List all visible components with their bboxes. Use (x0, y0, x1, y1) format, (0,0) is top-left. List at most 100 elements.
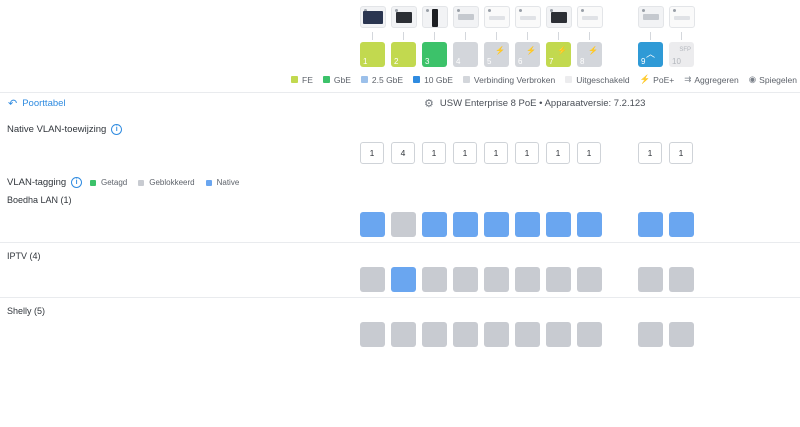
port-8[interactable]: 8 ⚡ (577, 42, 602, 67)
vlan-tag-port-7[interactable] (546, 212, 571, 237)
port-number: 10 (672, 57, 681, 66)
port-5[interactable]: 5 ⚡ (484, 42, 509, 67)
port-2[interactable]: 2 (391, 42, 416, 67)
vlan-tag-port-6[interactable] (515, 322, 540, 347)
vlan-tag-port-2[interactable] (391, 212, 416, 237)
port-7[interactable]: 7 ⚡ (546, 42, 571, 67)
vlan-tag-port-3[interactable] (422, 267, 447, 292)
port-number: 9 (641, 57, 646, 66)
device-image-9 (638, 6, 664, 28)
vlan-tag-port-4[interactable] (453, 267, 478, 292)
eye-icon: ◉ (748, 74, 757, 84)
legend-2-5-gbe: 2.5 GbE (360, 75, 403, 85)
vlan-tag-port-7[interactable] (546, 267, 571, 292)
poe-icon: ⚡ (639, 74, 651, 84)
native-vlan-port-3[interactable]: 1 (422, 142, 446, 164)
vlan-tagging-info-icon[interactable]: i (71, 177, 83, 188)
vlan-tag-port-2[interactable] (391, 267, 416, 292)
native-vlan-port-2[interactable]: 4 (391, 142, 415, 164)
vlan-tagging-label: VLAN-tagging i (7, 177, 83, 188)
vlan-tag-port-10[interactable] (669, 267, 694, 292)
vlan-tag-port-2[interactable] (391, 322, 416, 347)
native-vlan-port-4[interactable]: 1 (453, 142, 477, 164)
tagging-legend: Getagd Geblokkeerd Native (90, 178, 250, 187)
vlan-tag-port-8[interactable] (577, 322, 602, 347)
connector-line (496, 32, 497, 40)
device-title: ⚙ USW Enterprise 8 PoE • Apparaatversie:… (424, 97, 646, 110)
native-vlan-port-1[interactable]: 1 (360, 142, 384, 164)
connector-line (558, 32, 559, 40)
device-image-5 (484, 6, 510, 28)
vlan-tag-port-5[interactable] (484, 212, 509, 237)
native-vlan-info-icon[interactable]: i (111, 124, 123, 135)
vlan-tag-port-7[interactable] (546, 322, 571, 347)
back-to-port-table-link[interactable]: ↶ Poorttabel (8, 97, 66, 110)
vlan-tag-port-8[interactable] (577, 212, 602, 237)
port-3[interactable]: 3 (422, 42, 447, 67)
poe-icon: ⚡ (557, 46, 567, 55)
network-name: Shelly (5) (7, 306, 46, 316)
vlan-tag-port-9[interactable] (638, 212, 663, 237)
port-number: 1 (363, 57, 368, 66)
native-vlan-port-7[interactable]: 1 (546, 142, 570, 164)
vlan-tag-port-9[interactable] (638, 322, 663, 347)
native-vlan-port-5[interactable]: 1 (484, 142, 508, 164)
port-10[interactable]: 10 SFP (669, 42, 694, 67)
vlan-tag-port-6[interactable] (515, 212, 540, 237)
port-number: 6 (518, 57, 523, 66)
port-number: 3 (425, 57, 430, 66)
device-image-10 (669, 6, 695, 28)
network-name: IPTV (4) (7, 251, 41, 261)
legend-fe: FE (291, 75, 313, 85)
port-6[interactable]: 6 ⚡ (515, 42, 540, 67)
native-vlan-label: Native VLAN-toewijzing i (7, 124, 123, 135)
vlan-tag-port-3[interactable] (422, 212, 447, 237)
vlan-tag-port-10[interactable] (669, 322, 694, 347)
legend-native: Native (205, 178, 239, 187)
connector-line (372, 32, 373, 40)
port-4[interactable]: 4 (453, 42, 478, 67)
device-image-3 (422, 6, 448, 28)
native-vlan-port-8[interactable]: 1 (577, 142, 601, 164)
connector-line (681, 32, 682, 40)
legend-mirror: ◉ Spiegelen (748, 74, 797, 85)
vlan-tag-port-4[interactable] (453, 322, 478, 347)
vlan-tag-port-3[interactable] (422, 322, 447, 347)
aggregate-icon: ⇉ (684, 74, 692, 84)
connector-line (434, 32, 435, 40)
vlan-tag-port-5[interactable] (484, 267, 509, 292)
port-9[interactable]: 9 ︿ (638, 42, 663, 67)
vlan-tag-port-10[interactable] (669, 212, 694, 237)
vlan-tag-port-1[interactable] (360, 322, 385, 347)
poe-icon: ⚡ (588, 46, 598, 55)
gear-icon[interactable]: ⚙ (424, 97, 434, 110)
vlan-tag-port-5[interactable] (484, 322, 509, 347)
native-vlan-port-9[interactable]: 1 (638, 142, 662, 164)
back-arrow-icon: ↶ (8, 98, 18, 110)
port-number: 7 (549, 57, 554, 66)
native-vlan-port-10[interactable]: 1 (669, 142, 693, 164)
vlan-tag-port-1[interactable] (360, 267, 385, 292)
device-image-6 (515, 6, 541, 28)
legend-gbe: GbE (322, 75, 351, 85)
vlan-tag-port-9[interactable] (638, 267, 663, 292)
vlan-tag-port-6[interactable] (515, 267, 540, 292)
legend-disabled: Uitgeschakeld (565, 75, 630, 85)
device-image-7 (546, 6, 572, 28)
divider (0, 92, 800, 93)
port-number: 8 (580, 57, 585, 66)
port-1[interactable]: 1 (360, 42, 385, 67)
vlan-tag-port-4[interactable] (453, 212, 478, 237)
native-vlan-port-6[interactable]: 1 (515, 142, 539, 164)
poe-icon: ⚡ (495, 46, 505, 55)
port-number: 4 (456, 57, 461, 66)
connector-line (465, 32, 466, 40)
network-name: Boedha LAN (1) (7, 195, 72, 205)
vlan-tag-port-1[interactable] (360, 212, 385, 237)
vlan-tag-port-8[interactable] (577, 267, 602, 292)
port-number: 2 (394, 57, 399, 66)
connector-line (589, 32, 590, 40)
legend-tagged: Getagd (90, 178, 127, 187)
poe-icon: ⚡ (526, 46, 536, 55)
legend-aggregate: ⇉ Aggregeren (684, 74, 739, 85)
